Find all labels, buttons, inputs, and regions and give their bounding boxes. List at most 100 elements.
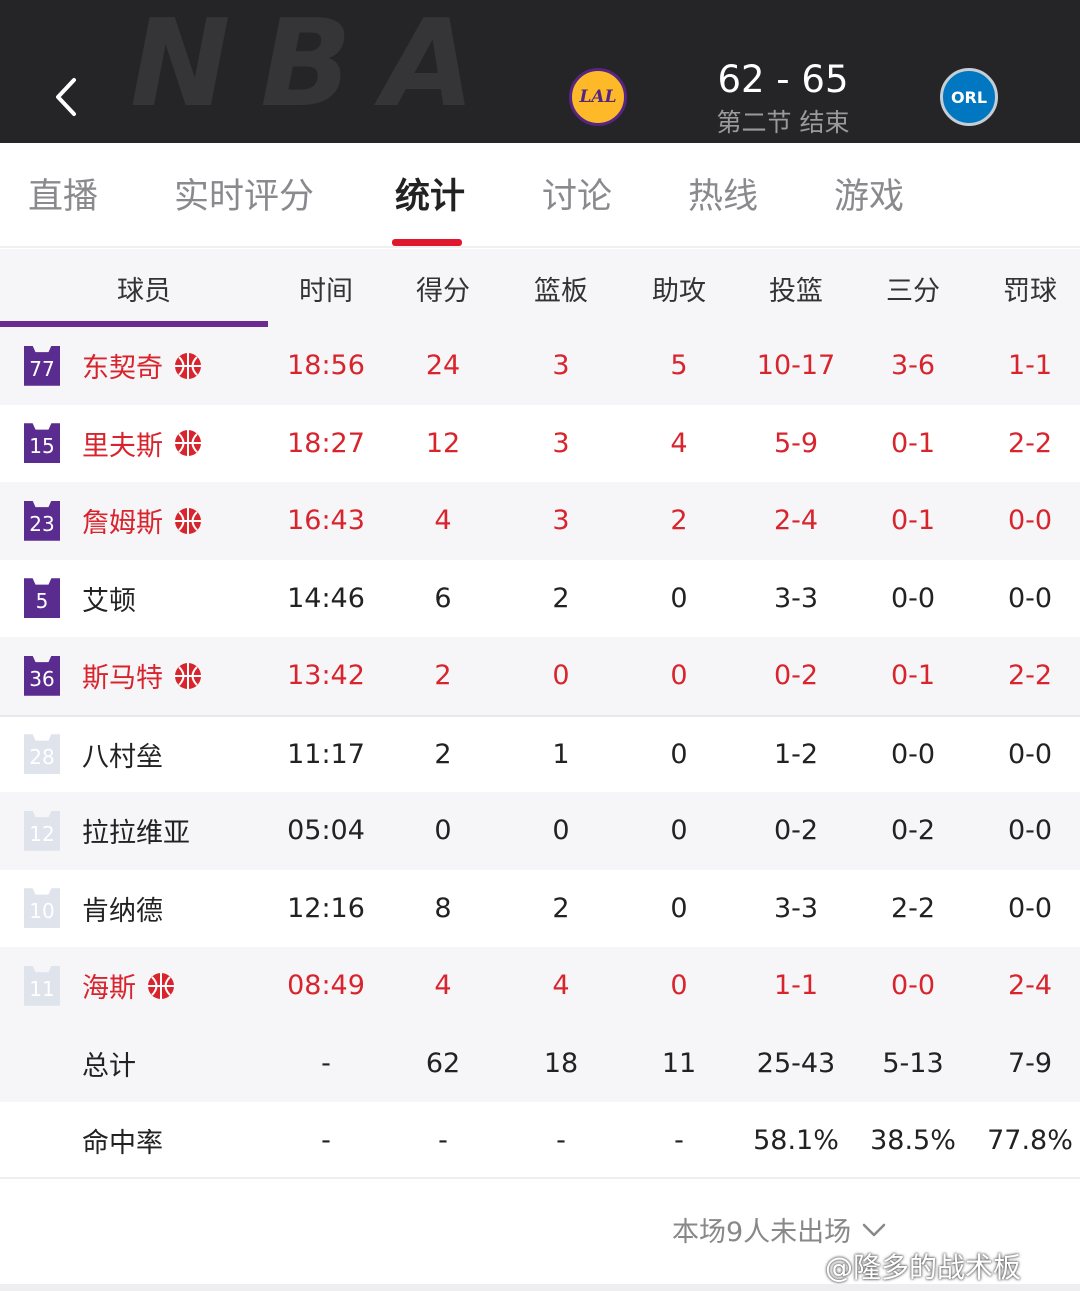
player-cell[interactable]: 28 八村垒: [24, 717, 163, 793]
header-points[interactable]: 得分: [384, 249, 502, 327]
player-name[interactable]: 海斯: [82, 966, 136, 1005]
player-cell[interactable]: 12 拉拉维亚: [24, 792, 190, 870]
table-row[interactable]: 10 肯纳德 12:16 8 2 0 3-3 2-2 0-0: [0, 870, 1080, 948]
player-points: 12: [425, 427, 461, 459]
totals-label: 总计: [82, 1050, 136, 1082]
header-rebounds[interactable]: 篮板: [502, 249, 620, 327]
game-header: NBA LAL 62 - 65 第二节 结束 ORL: [0, 0, 1080, 143]
player-field-goals: 0-2: [773, 815, 819, 847]
magic-logo[interactable]: ORL: [940, 68, 998, 126]
dnp-toggle[interactable]: 本场9人未出场: [672, 1210, 887, 1249]
header-three-pointers[interactable]: 三分: [854, 249, 972, 327]
player-three-pointers: 0-1: [890, 505, 936, 537]
player-free-throws: 0-0: [1007, 738, 1053, 770]
player-cell[interactable]: 36 斯马特: [24, 637, 203, 715]
player-cell[interactable]: 15 里夫斯: [24, 405, 203, 483]
player-rebounds: 3: [552, 505, 570, 537]
pct-points: -: [438, 1125, 448, 1157]
header-player[interactable]: 球员: [0, 249, 288, 327]
header-free-throws[interactable]: 罚球: [971, 249, 1080, 327]
tab-games[interactable]: 游戏: [834, 173, 904, 221]
header-field-goals[interactable]: 投篮: [737, 249, 855, 327]
player-assists: 0: [670, 970, 688, 1002]
tab-ratings[interactable]: 实时评分: [174, 173, 314, 221]
player-assists: 0: [670, 738, 688, 770]
table-row[interactable]: 28 八村垒 11:17 2 1 0 1-2 0-0 0-0: [0, 714, 1080, 793]
totals-free-throws: 7-9: [1007, 1047, 1053, 1079]
player-field-goals: 3-3: [773, 892, 819, 924]
table-row[interactable]: 77 东契奇 18:56 24 3 5 10-17 3-6 1-1: [0, 327, 1080, 405]
percentage-row: 命中率 - - - - 58.1% 38.5% 77.8%: [0, 1102, 1080, 1180]
player-assists: 0: [670, 660, 688, 692]
player-three-pointers: 0-0: [890, 582, 936, 614]
player-cell[interactable]: 5 艾顿: [24, 560, 136, 638]
player-points: 8: [434, 892, 452, 924]
player-name[interactable]: 艾顿: [82, 579, 136, 618]
player-rebounds: 2: [552, 892, 570, 924]
table-row[interactable]: 36 斯马特 13:42 2 0 0 0-2 0-1 2-2: [0, 637, 1080, 715]
player-field-goals: 2-4: [773, 505, 819, 537]
table-row[interactable]: 11 海斯 08:49 4 4 0 1-1 0-0 2-4: [0, 947, 1080, 1025]
player-points: 2: [434, 738, 452, 770]
player-assists: 0: [670, 815, 688, 847]
pct-rebounds: -: [556, 1125, 566, 1157]
footer-divider: [0, 1177, 1080, 1179]
tab-stats[interactable]: 统计: [395, 173, 465, 221]
tab-live[interactable]: 直播: [28, 173, 98, 221]
player-rebounds: 0: [552, 815, 570, 847]
totals-field-goals: 25-43: [756, 1047, 836, 1079]
player-assists: 0: [670, 582, 688, 614]
player-field-goals: 10-17: [756, 350, 836, 382]
player-assists: 5: [670, 350, 688, 382]
player-points: 0: [434, 815, 452, 847]
header-assists[interactable]: 助攻: [620, 249, 738, 327]
player-rows: 77 东契奇 18:56 24 3 5 10-17 3-6 1-1 15 里夫斯 18:27 12 3 4 5…: [0, 327, 1080, 1025]
tab-discussion[interactable]: 讨论: [542, 173, 612, 221]
player-cell[interactable]: 11 海斯: [24, 947, 176, 1025]
percentage-label: 命中率: [82, 1128, 163, 1160]
header-time[interactable]: 时间: [266, 249, 386, 327]
player-three-pointers: 0-1: [890, 427, 936, 459]
player-points: 6: [434, 582, 452, 614]
basketball-icon: [173, 506, 203, 536]
player-cell[interactable]: 10 肯纳德: [24, 870, 163, 948]
player-rebounds: 0: [552, 660, 570, 692]
active-tab-indicator: [392, 239, 462, 246]
player-name[interactable]: 拉拉维亚: [82, 811, 190, 850]
player-name[interactable]: 东契奇: [82, 346, 163, 385]
player-three-pointers: 3-6: [890, 350, 936, 382]
player-time: 08:49: [287, 970, 365, 1002]
player-name[interactable]: 里夫斯: [82, 424, 163, 463]
player-name[interactable]: 八村垒: [82, 735, 163, 774]
bottom-bar: [0, 1284, 1080, 1291]
tab-hotline[interactable]: 热线: [688, 173, 758, 221]
jersey-icon: 15: [24, 423, 60, 464]
player-time: 14:46: [287, 582, 365, 614]
player-time: 18:56: [287, 350, 365, 382]
table-row[interactable]: 5 艾顿 14:46 6 2 0 3-3 0-0 0-0: [0, 560, 1080, 638]
table-row[interactable]: 23 詹姆斯 16:43 4 3 2 2-4 0-1 0-0: [0, 482, 1080, 560]
player-time: 12:16: [287, 892, 365, 924]
pct-time: -: [321, 1125, 331, 1157]
player-name[interactable]: 詹姆斯: [82, 501, 163, 540]
back-arrow-icon[interactable]: [42, 70, 90, 124]
totals-assists: 11: [661, 1047, 697, 1079]
pct-free-throws: 77.8%: [987, 1125, 1073, 1157]
table-row[interactable]: 12 拉拉维亚 05:04 0 0 0 0-2 0-2 0-0: [0, 792, 1080, 870]
lakers-logo[interactable]: LAL: [569, 68, 627, 126]
jersey-icon: 23: [24, 500, 60, 541]
player-name[interactable]: 斯马特: [82, 656, 163, 695]
totals-time: -: [321, 1047, 331, 1079]
player-points: 24: [425, 350, 461, 382]
player-three-pointers: 0-2: [890, 815, 936, 847]
header-background-decoration: NBA: [130, 0, 505, 134]
player-free-throws: 2-4: [1007, 970, 1053, 1002]
jersey-icon: 77: [24, 345, 60, 386]
player-field-goals: 1-1: [773, 970, 819, 1002]
player-time: 05:04: [287, 815, 365, 847]
player-cell[interactable]: 23 詹姆斯: [24, 482, 203, 560]
player-time: 13:42: [287, 660, 365, 692]
player-cell[interactable]: 77 东契奇: [24, 327, 203, 405]
player-name[interactable]: 肯纳德: [82, 889, 163, 928]
table-row[interactable]: 15 里夫斯 18:27 12 3 4 5-9 0-1 2-2: [0, 405, 1080, 483]
